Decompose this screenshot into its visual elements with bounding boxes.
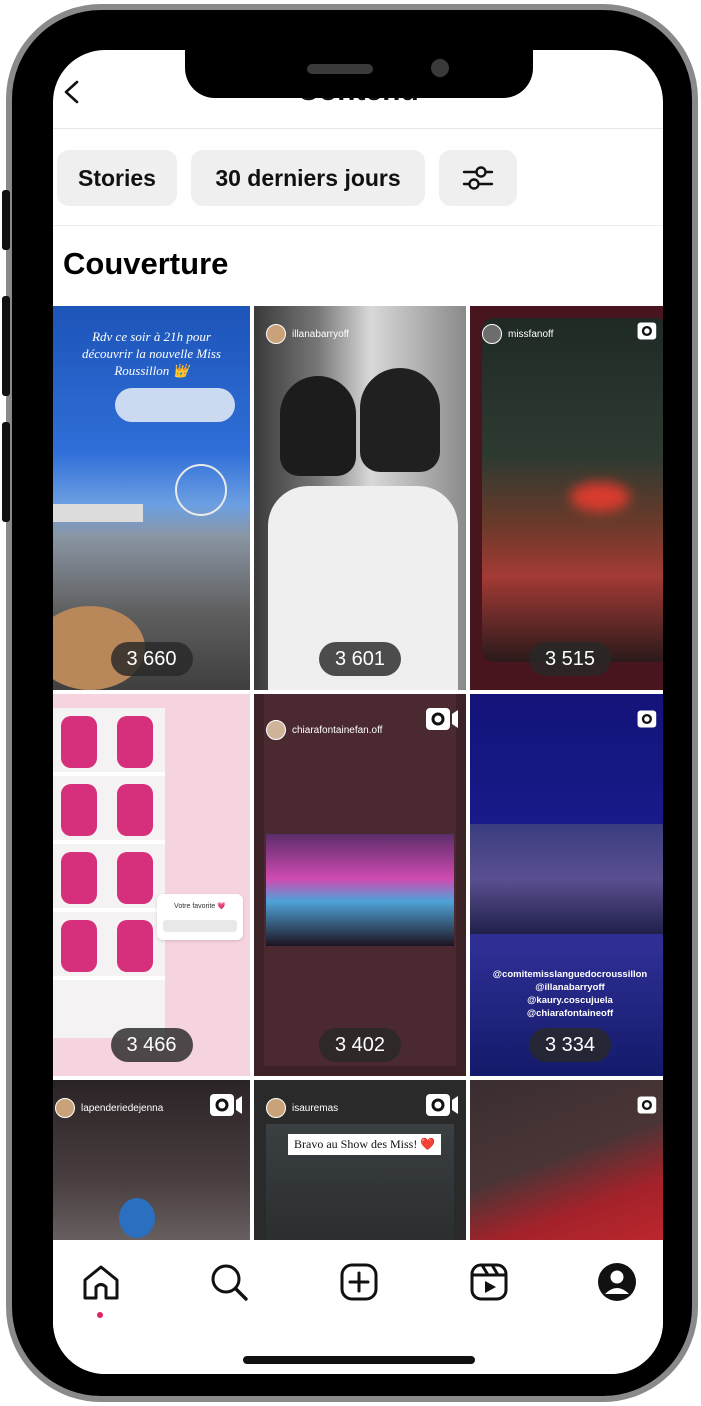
filter-chip-stories[interactable]: Stories bbox=[57, 150, 177, 206]
poll-title: Votre favorite 💗 bbox=[174, 903, 226, 910]
filter-chip-period-label: 30 derniers jours bbox=[215, 164, 401, 191]
story-username: chiarafontainefan.off bbox=[292, 724, 383, 736]
reach-count: 3 601 bbox=[319, 642, 401, 676]
avatar bbox=[55, 1098, 75, 1118]
avatar bbox=[266, 1098, 286, 1118]
mention: @kaury.coscujuela bbox=[527, 995, 613, 1006]
reach-count: 3 334 bbox=[529, 1028, 611, 1062]
create-icon[interactable] bbox=[337, 1260, 381, 1304]
photo-badge-icon bbox=[637, 1096, 657, 1114]
reach-count: 3 402 bbox=[319, 1028, 401, 1062]
hair-right bbox=[360, 368, 440, 472]
dress-2 bbox=[117, 716, 153, 768]
feather-headdress bbox=[119, 1198, 155, 1238]
story-username: lapenderiedejenna bbox=[81, 1102, 164, 1114]
reach-count: 3 660 bbox=[110, 642, 193, 676]
story-caption: Bravo au Show des Miss! ❤️ bbox=[288, 1134, 442, 1155]
volume-up-button bbox=[2, 296, 10, 396]
dress-6 bbox=[117, 852, 153, 904]
dress-1 bbox=[61, 716, 97, 768]
dress-8 bbox=[117, 920, 153, 972]
video-badge-icon bbox=[426, 1094, 458, 1116]
photo-badge-icon bbox=[637, 710, 657, 728]
filter-chip-stories-label: Stories bbox=[78, 164, 156, 191]
castle-stage-photo bbox=[470, 824, 663, 934]
avatar bbox=[266, 324, 286, 344]
home-indicator bbox=[243, 1356, 475, 1364]
search-icon[interactable] bbox=[207, 1260, 251, 1304]
avatar bbox=[266, 720, 286, 740]
notch bbox=[185, 50, 533, 98]
poll-input bbox=[163, 920, 237, 932]
stage-photo bbox=[266, 834, 454, 946]
mention: @chiarafontaineoff bbox=[526, 1008, 614, 1019]
header-divider bbox=[53, 128, 663, 129]
stories-grid: Rdv ce soir à 21h pour découvrir la nouv… bbox=[53, 306, 663, 1246]
story-user-tag: missfanoff bbox=[482, 324, 553, 344]
stage-light bbox=[570, 482, 630, 512]
story-tile[interactable]: chiarafontainefan.off 3 402 bbox=[254, 694, 466, 1076]
mute-switch bbox=[2, 190, 10, 250]
cloud-sticker bbox=[115, 388, 235, 422]
reach-count: 3 466 bbox=[110, 1028, 193, 1062]
story-tile[interactable]: missfanoff 3 515 bbox=[470, 306, 663, 690]
photo-badge-icon bbox=[637, 322, 657, 340]
dress-3 bbox=[61, 784, 97, 836]
story-mentions: @comitemisslanguedocroussillon @illanaba… bbox=[474, 968, 663, 1020]
reach-count: 3 515 bbox=[529, 642, 611, 676]
video-badge-icon bbox=[426, 708, 458, 730]
story-username: illanabarryoff bbox=[292, 328, 350, 340]
video-badge-icon bbox=[210, 1094, 242, 1116]
mention: @comitemisslanguedocroussillon bbox=[492, 969, 648, 980]
section-title: Couverture bbox=[63, 246, 229, 281]
reels-icon[interactable] bbox=[467, 1260, 511, 1304]
story-user-tag: isauremas bbox=[266, 1098, 338, 1118]
filter-chip-period[interactable]: 30 derniers jours bbox=[191, 150, 425, 206]
dress-7 bbox=[61, 920, 97, 972]
ship bbox=[53, 504, 143, 522]
phone-frame: Contenu Stories 30 derniers jours Couver… bbox=[2, 4, 698, 1402]
volume-down-button bbox=[2, 422, 10, 522]
story-caption: Rdv ce soir à 21h pour découvrir la nouv… bbox=[82, 329, 221, 378]
story-tile[interactable]: Rdv ce soir à 21h pour découvrir la nouv… bbox=[53, 306, 250, 690]
mention: @illanabarryoff bbox=[535, 982, 605, 993]
profile-icon[interactable] bbox=[595, 1260, 639, 1304]
story-username: isauremas bbox=[292, 1102, 339, 1114]
story-tile[interactable]: lapenderiedejenna bbox=[53, 1080, 250, 1246]
story-tile[interactable]: @comitemisslanguedocroussillon @illanaba… bbox=[470, 694, 663, 1076]
story-username: missfanoff bbox=[508, 328, 554, 340]
bottom-nav bbox=[53, 1240, 663, 1374]
sliders-icon bbox=[462, 166, 494, 190]
ferris-wheel bbox=[175, 464, 227, 516]
story-tile[interactable]: Votre favorite 💗 3 466 bbox=[53, 694, 250, 1076]
home-active-dot bbox=[97, 1312, 103, 1318]
story-user-tag: chiarafontainefan.off bbox=[266, 720, 382, 740]
avatar bbox=[482, 324, 502, 344]
story-tile[interactable] bbox=[470, 1080, 663, 1246]
story-tile[interactable]: illanabarryoff 3 601 bbox=[254, 306, 466, 690]
story-tile[interactable]: isauremas Bravo au Show des Miss! ❤️ bbox=[254, 1080, 466, 1246]
screen: Contenu Stories 30 derniers jours Couver… bbox=[53, 50, 663, 1374]
story-user-tag: illanabarryoff bbox=[266, 324, 349, 344]
home-icon[interactable] bbox=[79, 1260, 123, 1304]
filter-settings-button[interactable] bbox=[439, 150, 517, 206]
poll-sticker: Votre favorite 💗 bbox=[157, 894, 243, 940]
dress-5 bbox=[61, 852, 97, 904]
filters-divider bbox=[53, 225, 663, 226]
story-user-tag: lapenderiedejenna bbox=[55, 1098, 163, 1118]
dress-4 bbox=[117, 784, 153, 836]
hair-left bbox=[280, 376, 356, 476]
